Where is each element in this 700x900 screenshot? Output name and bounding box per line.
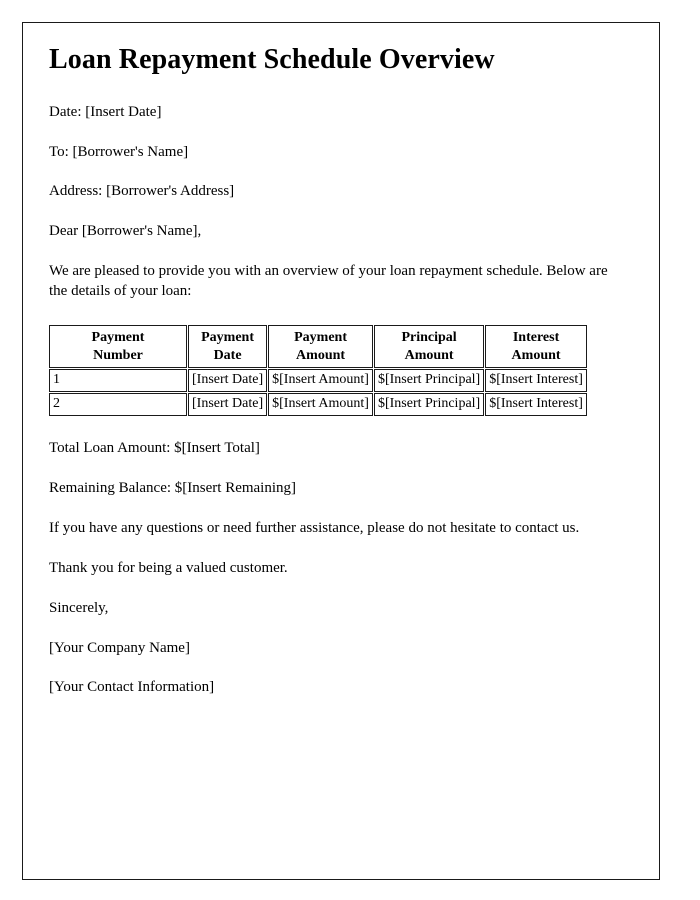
- salutation-line: Dear [Borrower's Name],: [49, 223, 202, 240]
- column-header-payment-number: Payment Number: [49, 325, 187, 369]
- header-line-1: Payment: [294, 330, 347, 346]
- page-title: Loan Repayment Schedule Overview: [49, 44, 495, 75]
- table-header-row: Payment Number Payment Date Payment Amou…: [49, 325, 587, 369]
- header-line-2: Date: [213, 347, 242, 363]
- company-name-line: [Your Company Name]: [49, 639, 190, 656]
- thanks-paragraph: Thank you for being a valued customer.: [49, 559, 288, 576]
- document-body: Loan Repayment Schedule Overview Date: […: [49, 43, 645, 718]
- table-body: 1 [Insert Date] $[Insert Amount] $[Inser…: [49, 369, 587, 416]
- cell-interest-amount: $[Insert Interest]: [485, 369, 587, 393]
- recipient-line: To: [Borrower's Name]: [49, 143, 189, 160]
- document-page: Loan Repayment Schedule Overview Date: […: [22, 22, 660, 880]
- cell-payment-amount: $[Insert Amount]: [268, 369, 373, 393]
- assistance-paragraph: If you have any questions or need furthe…: [49, 519, 580, 536]
- loan-repayment-schedule-table: Payment Number Payment Date Payment Amou…: [48, 324, 588, 417]
- header-line-1: Payment: [91, 330, 145, 346]
- cell-interest-amount: $[Insert Interest]: [485, 393, 587, 416]
- cell-principal-amount: $[Insert Principal]: [373, 393, 485, 416]
- table-header: Payment Number Payment Date Payment Amou…: [49, 325, 587, 369]
- date-line: Date: [Insert Date]: [49, 103, 162, 120]
- cell-payment-date: [Insert Date]: [188, 393, 268, 416]
- address-line: Address: [Borrower's Address]: [49, 183, 235, 200]
- header-line-2: Number: [93, 347, 143, 363]
- column-header-interest-amount: Interest Amount: [485, 325, 587, 369]
- column-header-principal-amount: Principal Amount: [373, 325, 485, 369]
- header-line-2: Amount: [296, 347, 346, 363]
- contact-information-line: [Your Contact Information]: [49, 679, 215, 696]
- header-line-2: Amount: [511, 347, 561, 363]
- header-line-1: Principal: [401, 330, 457, 346]
- sign-off-line: Sincerely,: [49, 599, 109, 616]
- header-line-2: Amount: [404, 347, 454, 363]
- cell-principal-amount: $[Insert Principal]: [373, 369, 485, 393]
- intro-paragraph: We are pleased to provide you with an ov…: [49, 263, 608, 300]
- header-line-1: Payment: [201, 330, 255, 346]
- column-header-payment-amount: Payment Amount: [268, 325, 373, 369]
- cell-payment-amount: $[Insert Amount]: [268, 393, 373, 416]
- cell-payment-date: [Insert Date]: [188, 369, 268, 393]
- total-loan-amount-line: Total Loan Amount: $[Insert Total]: [49, 439, 260, 456]
- cell-payment-number: 1: [49, 369, 187, 393]
- remaining-balance-line: Remaining Balance: $[Insert Remaining]: [49, 479, 297, 496]
- header-line-1: Interest: [512, 330, 560, 346]
- column-header-payment-date: Payment Date: [188, 325, 268, 369]
- table-row: 1 [Insert Date] $[Insert Amount] $[Inser…: [49, 369, 587, 393]
- cell-payment-number: 2: [49, 393, 187, 416]
- table-row: 2 [Insert Date] $[Insert Amount] $[Inser…: [49, 393, 587, 416]
